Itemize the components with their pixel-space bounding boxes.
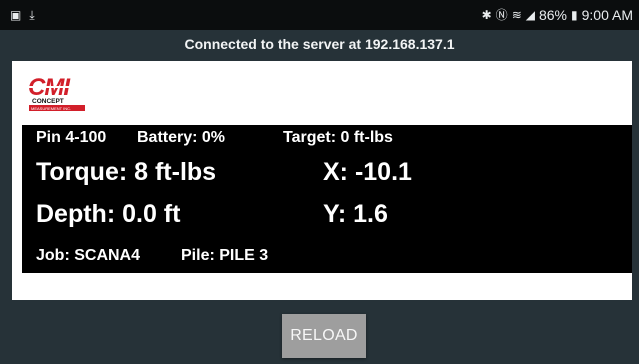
reload-button[interactable]: RELOAD [282,314,366,358]
y-value: Y: 1.6 [323,200,388,228]
job-label: Job: SCANA4 [36,247,141,264]
logo-tagline: MEASUREMENT INC. [31,106,71,111]
battery-label: Battery: 0% [137,129,226,146]
battery-percent: 86% [538,7,568,23]
battery-icon: ▮ [571,8,578,22]
pile-label: Pile: PILE 3 [181,247,269,264]
target-label: Target: 0 ft-lbs [283,129,393,146]
nfc-icon: Ⓝ [495,8,508,22]
status-time: 9:00 AM [581,7,633,23]
download-icon: ⤓ [29,8,35,22]
status-bar: ▣ ⤓ ✱ Ⓝ ≋ ◢ 86% ▮ 9:00 AM [0,0,639,30]
pin-label: Pin 4-100 [36,129,107,146]
signal-icon: ◢ [525,8,535,22]
readout-panel: Pin 4-100 Battery: 0% Target: 0 ft-lbs T… [22,125,632,273]
x-value: X: -10.1 [323,158,412,186]
cmi-logo: CMI CONCEPT MEASUREMENT INC. [28,74,85,111]
depth-value: Depth: 0.0 ft [36,200,181,228]
bluetooth-icon: ✱ [481,8,492,22]
connection-status-text: Connected to the server at 192.168.137.1 [184,36,455,52]
wifi-icon: ≋ [511,8,522,22]
gallery-icon: ▣ [10,8,22,22]
torque-value: Torque: 8 ft-lbs [36,158,217,186]
logo-subtitle: CONCEPT [32,98,64,105]
